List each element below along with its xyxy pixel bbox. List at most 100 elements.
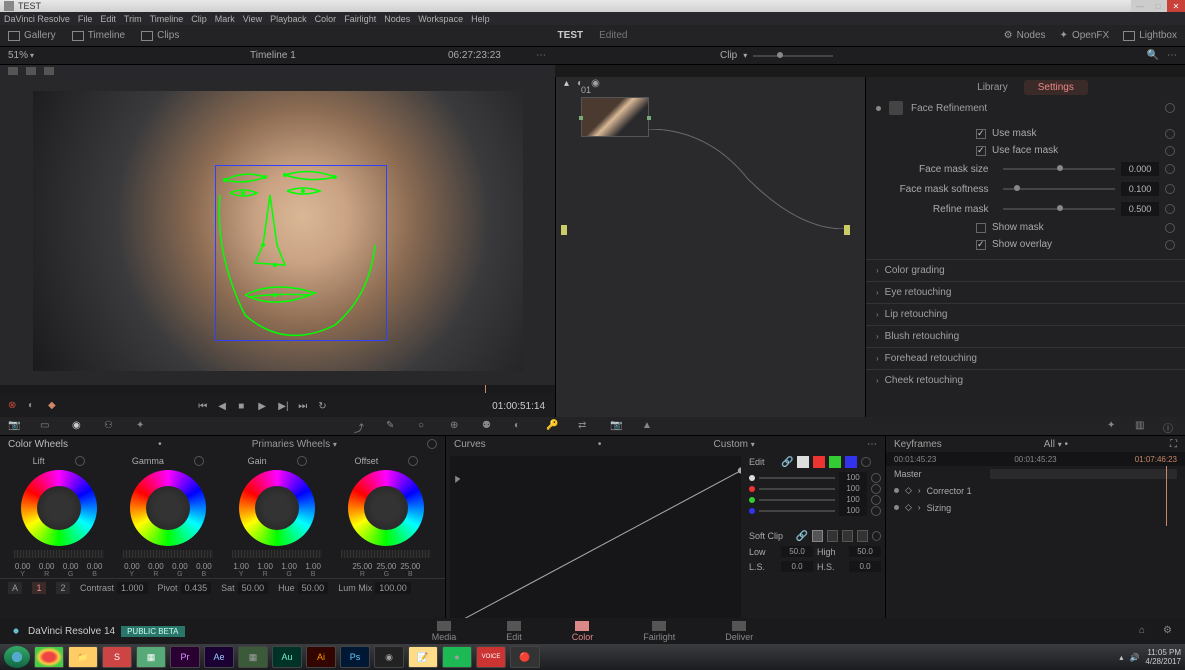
taskbar-notes[interactable]: 📝 (408, 646, 438, 668)
reset-icon[interactable] (1165, 103, 1175, 113)
library-tab[interactable]: Library (963, 80, 1022, 95)
fairlight-page-tab[interactable]: Fairlight (643, 621, 675, 642)
wheel-value[interactable]: 25.00 (399, 562, 421, 571)
color-wheel[interactable] (348, 470, 424, 546)
deliver-page-tab[interactable]: Deliver (725, 621, 753, 642)
key-icon[interactable]: 🔑 (546, 420, 560, 432)
timeline-name[interactable]: Timeline 1 (250, 50, 296, 61)
sat-value[interactable]: 50.00 (238, 582, 269, 594)
taskbar-aftereffects[interactable]: Ae (204, 646, 234, 668)
prev-frame-button[interactable]: ◀ (218, 401, 230, 411)
zoom-chevron-icon[interactable]: ▾ (30, 51, 34, 60)
wheel-value[interactable]: 25.00 (375, 562, 397, 571)
scopes-icon[interactable]: ▥ (1135, 420, 1149, 432)
wheel-value[interactable]: 0.00 (121, 562, 143, 571)
channel-dot-icon[interactable] (749, 497, 755, 503)
taskbar-app-2[interactable]: ▦ (136, 646, 166, 668)
reset-icon[interactable] (1165, 129, 1175, 139)
chevron-right-icon[interactable]: › (918, 503, 921, 512)
use-mask-checkbox[interactable] (976, 129, 986, 139)
reset-icon[interactable] (871, 484, 881, 494)
first-frame-button[interactable]: ⏮ (198, 401, 210, 411)
diamond-icon[interactable]: ◇ (905, 485, 912, 496)
channel-y[interactable] (797, 456, 809, 468)
wheel-value[interactable]: 1.00 (302, 562, 324, 571)
minimize-button[interactable]: — (1131, 0, 1149, 12)
hs-value[interactable]: 0.0 (849, 561, 881, 572)
channel-value[interactable]: 100 (839, 472, 867, 483)
search-icon[interactable]: 🔍 (1147, 50, 1159, 61)
rgb-mixer-icon[interactable]: ⚇ (104, 420, 118, 432)
high-value[interactable]: 50.0 (849, 546, 881, 557)
taskbar-resolve[interactable]: ◉ (374, 646, 404, 668)
taskbar-audition[interactable]: Au (272, 646, 302, 668)
menu-davinci[interactable]: DaVinci Resolve (4, 14, 70, 24)
reset-icon[interactable] (1165, 164, 1175, 174)
reset-icon[interactable] (427, 439, 437, 449)
tray-volume-icon[interactable]: 🔊 (1129, 653, 1139, 662)
menu-view[interactable]: View (243, 14, 262, 24)
use-face-mask-checkbox[interactable] (976, 146, 986, 156)
next-frame-button[interactable]: ▶| (278, 401, 290, 411)
clips-toggle[interactable]: Clips (141, 30, 179, 41)
face-mask-size-slider[interactable] (1003, 168, 1116, 170)
menu-help[interactable]: Help (471, 14, 490, 24)
taskbar-spotify[interactable]: ● (442, 646, 472, 668)
taskbar-chrome[interactable] (34, 646, 64, 668)
channel-dot-icon[interactable] (749, 486, 755, 492)
viewer-mode-2[interactable] (26, 67, 36, 75)
diamond-icon[interactable]: ◇ (905, 502, 912, 513)
wheel-value[interactable]: 0.00 (84, 562, 106, 571)
reset-icon[interactable] (1165, 223, 1175, 233)
blur-icon[interactable]: ◐ (514, 420, 528, 432)
stereo-icon[interactable]: ▲ (642, 420, 656, 432)
qualifier-icon[interactable]: ✎ (386, 420, 400, 432)
jog-wheel[interactable] (232, 550, 322, 558)
reset-icon[interactable] (297, 456, 307, 466)
color-page-tab[interactable]: Color (572, 621, 594, 642)
wheel-value[interactable]: 0.00 (36, 562, 58, 571)
show-mask-checkbox[interactable] (976, 223, 986, 233)
wheel-value[interactable]: 1.00 (254, 562, 276, 571)
face-mask-size-value[interactable]: 0.000 (1121, 162, 1159, 176)
reset-icon[interactable] (408, 456, 418, 466)
ls-value[interactable]: 0.0 (781, 561, 813, 572)
link-icon[interactable]: 🔗 (796, 531, 808, 542)
face-mask-softness-value[interactable]: 0.100 (1121, 182, 1159, 196)
menu-file[interactable]: File (78, 14, 93, 24)
viewer-options-icon[interactable]: ⋯ (536, 50, 546, 61)
forehead-retouching-section[interactable]: ›Forehead retouching (866, 347, 1185, 369)
reset-icon[interactable] (1165, 240, 1175, 250)
lummix-value[interactable]: 100.00 (375, 582, 411, 594)
home-icon[interactable]: ⌂ (1139, 625, 1151, 637)
motion-effects-icon[interactable]: ✦ (136, 420, 150, 432)
softclip-y[interactable] (812, 530, 823, 542)
expand-icon[interactable]: ⛶ (1170, 439, 1177, 450)
sizing-label[interactable]: Sizing (927, 503, 952, 513)
eye-retouching-section[interactable]: ›Eye retouching (866, 281, 1185, 303)
jog-wheel[interactable] (14, 550, 104, 558)
loop-button[interactable]: ↻ (318, 401, 330, 411)
menu-mark[interactable]: Mark (215, 14, 235, 24)
channel-slider[interactable] (759, 488, 835, 490)
softclip-r[interactable] (827, 530, 838, 542)
wheels-dot-icon[interactable]: • (158, 439, 162, 450)
keyframe-playhead[interactable] (1166, 466, 1167, 526)
softclip-b[interactable] (857, 530, 868, 542)
viewer-mode-3[interactable] (44, 67, 54, 75)
menu-edit[interactable]: Edit (100, 14, 116, 24)
curves-dot-icon[interactable]: • (598, 439, 602, 450)
magic-mask-icon[interactable]: ⚉ (482, 420, 496, 432)
pointer-icon[interactable]: ▴ (564, 78, 569, 89)
timeline-toggle[interactable]: Timeline (72, 30, 125, 41)
clip-slider[interactable] (753, 55, 833, 57)
openfx-toggle[interactable]: ✦OpenFX (1060, 30, 1110, 41)
taskbar-record[interactable]: 🔴 (510, 646, 540, 668)
color-grading-section[interactable]: ›Color grading (866, 259, 1185, 281)
play-button[interactable]: ▶ (258, 401, 270, 411)
bypass-icon[interactable]: ⊗ (8, 400, 20, 412)
link-icon[interactable]: 🔗 (781, 457, 793, 468)
viewer-scrubber[interactable] (0, 385, 555, 395)
menu-workspace[interactable]: Workspace (418, 14, 463, 24)
show-overlay-checkbox[interactable] (976, 240, 986, 250)
